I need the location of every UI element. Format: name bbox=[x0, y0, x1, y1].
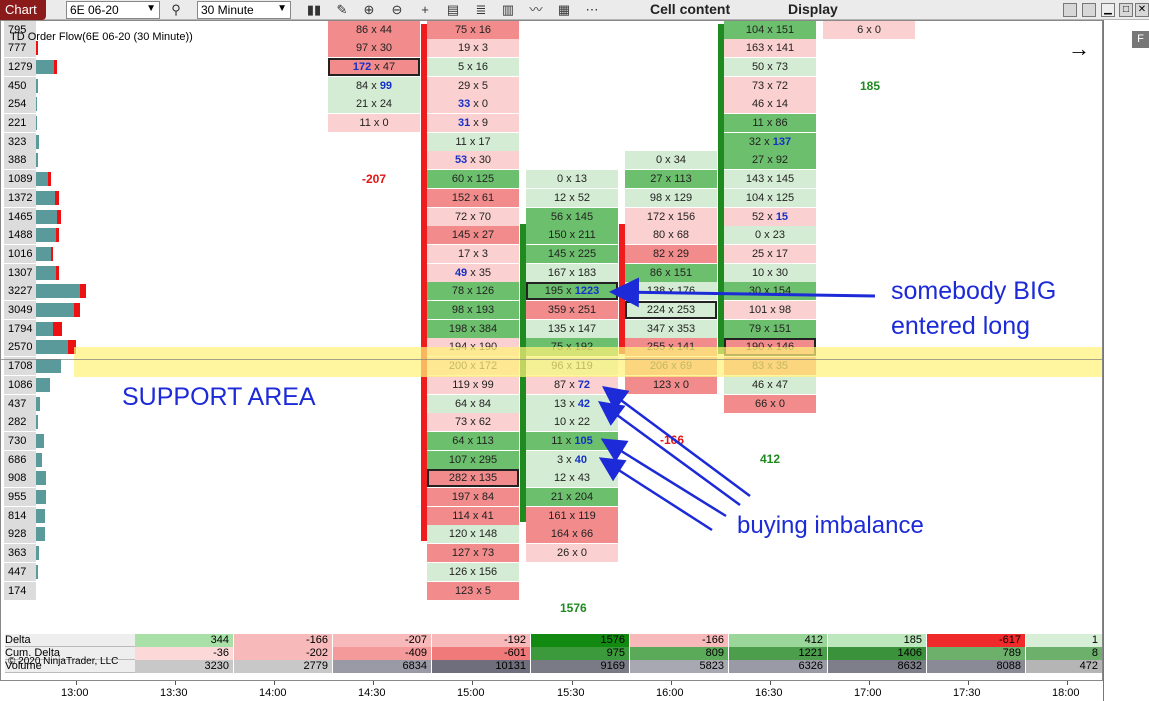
arrow-imbalance-3 bbox=[600, 438, 727, 518]
arrow-imbalance-1 bbox=[601, 386, 751, 498]
annotation-arrows bbox=[597, 277, 876, 532]
arrow-big-entry bbox=[609, 277, 876, 308]
arrow-imbalance-2 bbox=[597, 401, 741, 507]
arrow-imbalance-4 bbox=[598, 457, 713, 532]
